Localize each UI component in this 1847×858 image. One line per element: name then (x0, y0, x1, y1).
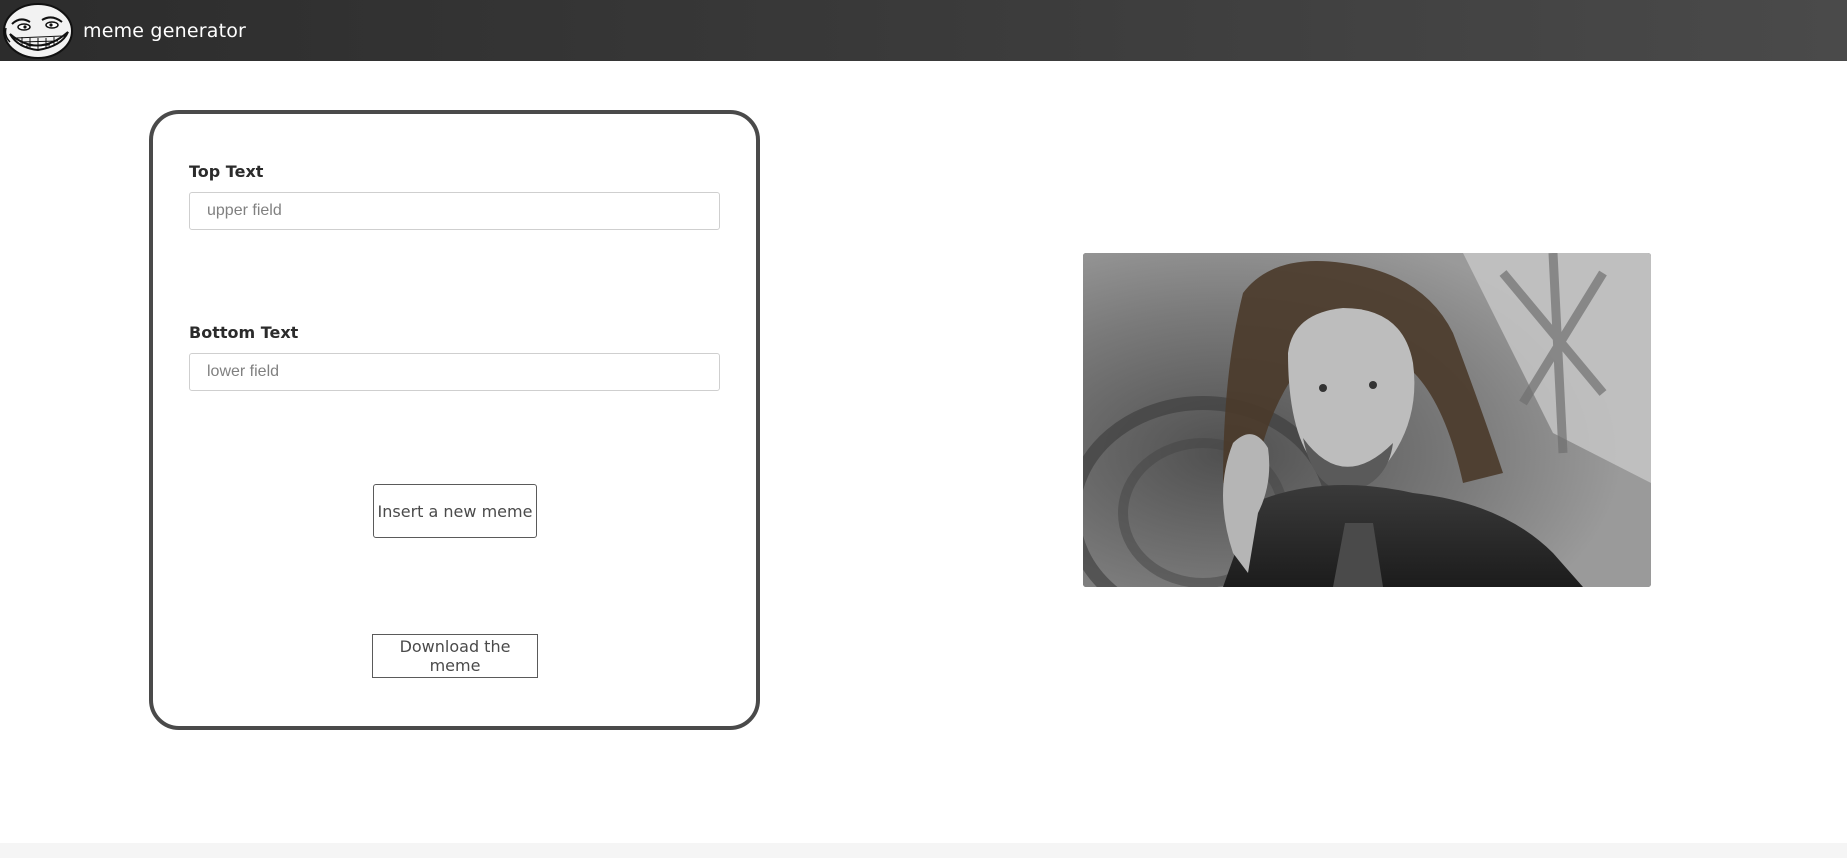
download-meme-button[interactable]: Download the meme (372, 634, 538, 678)
top-text-label: Top Text (189, 162, 264, 181)
bottom-text-input[interactable] (189, 353, 720, 391)
app-title[interactable]: meme generator (83, 20, 246, 42)
top-text-input[interactable] (189, 192, 720, 230)
trollface-icon[interactable] (0, 0, 75, 61)
meme-image (1083, 253, 1651, 587)
bottom-text-label: Bottom Text (189, 323, 299, 342)
insert-meme-button[interactable]: Insert a new meme (373, 484, 537, 538)
meme-form-panel: Top Text Bottom Text Insert a new meme D… (149, 110, 760, 730)
navbar: meme generator (0, 0, 1847, 61)
footer-strip (0, 843, 1847, 858)
